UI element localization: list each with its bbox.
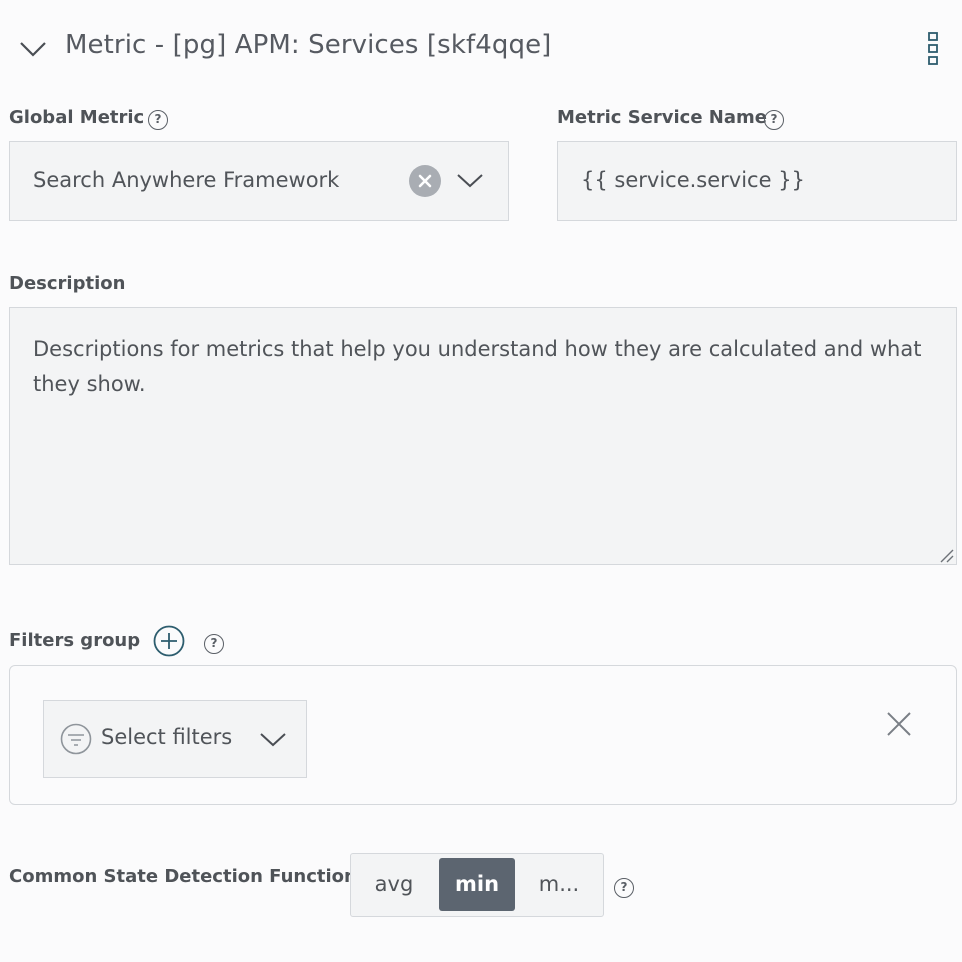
state-detection-help-icon[interactable]: ? [614, 878, 634, 898]
collapse-chevron-icon[interactable] [18, 36, 48, 64]
kebab-menu-icon[interactable] [922, 31, 944, 67]
description-label: Description [9, 273, 126, 294]
segment-more[interactable]: m... [517, 858, 601, 911]
global-metric-select[interactable]: Search Anywhere Framework [9, 141, 509, 221]
resize-handle-icon[interactable] [940, 548, 954, 563]
chevron-down-icon [259, 731, 287, 749]
description-textarea[interactable]: Descriptions for metrics that help you u… [9, 307, 957, 565]
filters-group-box: Select filters [9, 665, 957, 805]
metric-service-name-label: Metric Service Name [557, 107, 767, 128]
segment-min[interactable]: min [439, 858, 515, 911]
description-value: Descriptions for metrics that help you u… [33, 337, 922, 396]
global-metric-value: Search Anywhere Framework [33, 168, 340, 192]
metric-service-name-field[interactable]: {{ service.service }} [557, 141, 957, 221]
select-filters-button[interactable]: Select filters [43, 700, 307, 778]
filters-group-label: Filters group [9, 630, 141, 651]
clear-icon[interactable] [409, 165, 441, 197]
select-filters-label: Select filters [101, 725, 233, 749]
global-metric-help-icon[interactable]: ? [148, 110, 168, 130]
chevron-down-icon[interactable] [456, 172, 484, 190]
segment-avg[interactable]: avg [351, 858, 437, 911]
filters-group-help-icon[interactable]: ? [204, 634, 224, 654]
state-detection-label: Common State Detection Function [9, 866, 357, 887]
remove-filter-group-icon[interactable] [886, 711, 912, 737]
metric-service-name-help-icon[interactable]: ? [764, 110, 784, 130]
metric-service-name-value: {{ service.service }} [581, 168, 805, 192]
filter-icon [60, 723, 92, 755]
add-filter-group-icon[interactable] [153, 625, 185, 657]
section-title: Metric - [pg] APM: Services [skf4qqe] [65, 30, 552, 60]
state-detection-segmented-control: avg min m... [350, 853, 604, 917]
global-metric-label: Global Metric [9, 107, 145, 128]
